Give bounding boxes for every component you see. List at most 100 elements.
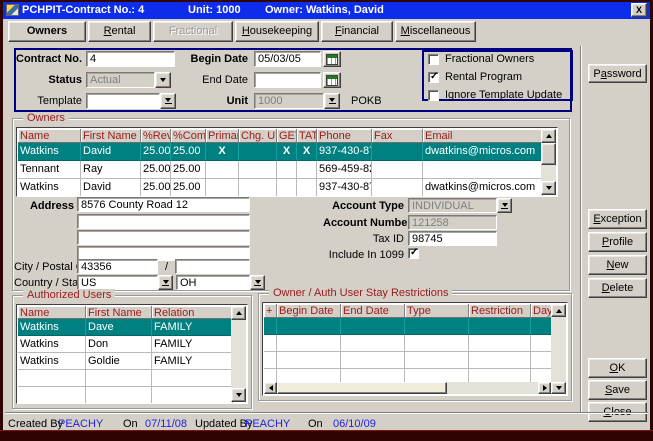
cell [206, 179, 239, 197]
cell: 25.00 [141, 161, 171, 179]
owners-vertical-scrollbar[interactable] [541, 129, 556, 195]
address-line1-field[interactable]: 8576 County Road 12 [77, 197, 250, 212]
table-row[interactable]: WatkinsGoldieFAMILY [18, 353, 233, 370]
country-field[interactable]: US [77, 275, 158, 290]
window-title: PCHPIT-Contract No.: 4 [22, 4, 144, 16]
cell [341, 318, 405, 335]
table-row[interactable]: WatkinsDonFAMILY [18, 336, 233, 353]
authorized-users-table: NameFirst NameRelationWatkinsDaveFAMILYW… [16, 304, 248, 404]
save-button[interactable]: Save [588, 380, 647, 400]
owners-table-data: NameFirst Name%Rev.%CommPrimaryChg. Unit… [18, 129, 543, 197]
tab-housekeeping[interactable]: Housekeeping [235, 21, 319, 42]
scroll-up-button[interactable] [231, 306, 246, 320]
header-cell: First Name [86, 306, 152, 319]
cell [405, 318, 469, 335]
scroll-down-button[interactable] [541, 181, 556, 195]
status-label: Status [13, 74, 82, 87]
state-lov-button[interactable] [250, 275, 265, 290]
address-line3-field[interactable] [77, 230, 250, 245]
begin-date-calendar-button[interactable] [323, 51, 341, 67]
address-line2-field[interactable] [77, 214, 250, 229]
scroll-down-button[interactable] [551, 382, 566, 394]
scroll-right-icon [543, 385, 547, 391]
table-header-row: +Begin DateEnd DateTypeRestrictionDays [264, 304, 553, 318]
app-icon [6, 4, 19, 16]
tab-owners[interactable]: Owners [8, 21, 86, 42]
updated-on-value: 06/10/09 [333, 418, 376, 430]
cell [206, 161, 239, 179]
ignore-template-update-checkbox[interactable] [428, 90, 439, 101]
scroll-down-icon [546, 186, 552, 190]
tab-miscellaneous[interactable]: Miscellaneous [395, 21, 476, 42]
main-content: OwnersRentalFractionalHousekeepingFinanc… [3, 19, 650, 430]
template-field[interactable] [86, 93, 160, 109]
cell [341, 352, 405, 369]
table-row[interactable] [264, 352, 553, 369]
cell: FAMILY [152, 353, 233, 370]
scroll-left-button[interactable] [264, 382, 277, 394]
state-field[interactable]: OH [176, 275, 250, 290]
cell [86, 387, 152, 404]
password-button[interactable]: Password [588, 64, 647, 83]
end-date-calendar-button[interactable] [323, 72, 341, 88]
scrollbar-thumb[interactable] [541, 143, 556, 165]
table-row[interactable]: WatkinsDavid25.0025.00937-430-8741dwatki… [18, 179, 543, 197]
table-row[interactable] [18, 387, 233, 404]
contract-no-field[interactable]: 4 [86, 51, 175, 67]
stay-restrictions-hscrollbar[interactable] [264, 382, 551, 394]
header-cell: End Date [341, 304, 405, 318]
tab-rental[interactable]: Rental [88, 21, 151, 42]
postal-code-field[interactable] [175, 259, 250, 274]
unit-label: Unit [173, 95, 248, 108]
cell: X [297, 143, 317, 161]
cell: X [277, 143, 297, 161]
begin-date-field[interactable]: 05/03/05 [254, 51, 321, 67]
cell [239, 161, 277, 179]
updated-by-label: Updated By [195, 418, 252, 430]
table-row[interactable] [264, 318, 553, 335]
cell [86, 370, 152, 387]
header-cell: Chg. Unit [239, 129, 277, 143]
ok-button[interactable]: OK [588, 358, 647, 378]
scroll-down-button[interactable] [231, 388, 246, 402]
city-field[interactable]: 43356 [77, 259, 158, 274]
table-row[interactable]: WatkinsDaveFAMILY [18, 319, 233, 336]
stay-restrictions-vscrollbar[interactable] [551, 304, 566, 382]
table-row[interactable]: TennantRay25.0025.00569-459-8213 [18, 161, 543, 179]
scrollbar-thumb[interactable] [277, 382, 447, 394]
delete-button[interactable]: Delete [588, 278, 647, 298]
scroll-up-button[interactable] [541, 129, 556, 143]
end-date-field[interactable] [254, 72, 321, 88]
account-type-label: Account Type [323, 200, 404, 213]
table-row[interactable] [264, 335, 553, 352]
fractional-owners-checkbox[interactable] [428, 54, 439, 65]
cell: Ray [81, 161, 141, 179]
profile-button[interactable]: Profile [588, 232, 647, 252]
cell: Don [86, 336, 152, 353]
account-type-field: INDIVIDUAL [408, 198, 497, 213]
scroll-up-button[interactable] [551, 304, 566, 317]
cell [264, 318, 277, 335]
created-by-value: PEACHY [58, 418, 103, 430]
header-cell: Primary [206, 129, 239, 143]
tax-id-field[interactable]: 98745 [408, 231, 497, 246]
include-1099-checkbox[interactable] [408, 248, 419, 259]
table-row[interactable]: WatkinsDavid25.0025.00XXX937-430-8741dwa… [18, 143, 543, 161]
app-window: PCHPIT-Contract No.: 4 Unit: 1000 Owner:… [0, 0, 653, 441]
scroll-down-icon [236, 393, 242, 397]
status-field: Actual [86, 72, 155, 88]
updated-on-label: On [308, 418, 323, 430]
authorized-users-scrollbar[interactable] [231, 306, 246, 402]
cell: Watkins [18, 319, 86, 336]
tab-financial[interactable]: Financial [321, 21, 393, 42]
cell: X [206, 143, 239, 161]
scroll-right-button[interactable] [538, 382, 551, 394]
rental-program-checkbox[interactable] [428, 72, 439, 83]
new-button[interactable]: New [588, 255, 647, 275]
exception-button[interactable]: Exception [588, 209, 647, 229]
owners-table: NameFirst Name%Rev.%CommPrimaryChg. Unit… [16, 127, 558, 197]
close-button[interactable]: X [631, 3, 647, 17]
country-lov-button[interactable] [158, 275, 173, 290]
cell [372, 179, 423, 197]
table-row[interactable] [18, 370, 233, 387]
